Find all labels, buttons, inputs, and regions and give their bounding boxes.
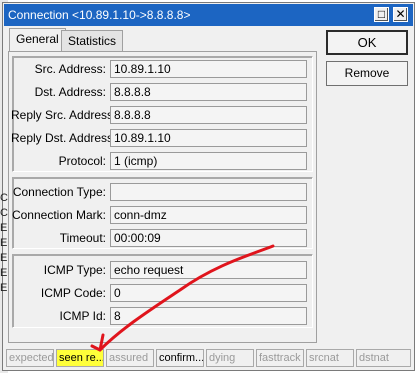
icmp-id-field[interactable]: 8 (110, 307, 307, 325)
icmp-code-label: ICMP Code: (40, 286, 106, 300)
connection-mark-field[interactable]: conn-dmz (110, 206, 307, 224)
ok-button[interactable]: OK (326, 30, 408, 55)
status-dying: dying (206, 349, 254, 367)
connection-mark-label: Connection Mark: (11, 208, 106, 222)
background-text: C (0, 192, 8, 204)
status-dstnat: dstnat (356, 349, 411, 367)
icmp-id-label: ICMP Id: (59, 309, 106, 323)
src-address-label: Src. Address: (34, 62, 106, 76)
icmp-type-label: ICMP Type: (43, 263, 106, 277)
status-expected: expected (6, 349, 54, 367)
reply-dst-address-field[interactable]: 10.89.1.10 (110, 129, 307, 147)
tab-statistics[interactable]: Statistics (61, 30, 124, 52)
icmp-type-field[interactable]: echo request (110, 261, 307, 279)
background-text: E (0, 222, 8, 234)
background-text: E (0, 237, 8, 249)
dst-address-field[interactable]: 8.8.8.8 (110, 83, 307, 101)
status-srcnat: srcnat (306, 349, 354, 367)
window-title: Connection <10.89.1.10->8.8.8.8> (8, 8, 191, 22)
remove-button[interactable]: Remove (326, 61, 408, 86)
timeout-label: Timeout: (59, 231, 106, 245)
reply-src-address-field[interactable]: 8.8.8.8 (110, 106, 307, 124)
timeout-field[interactable]: 00:00:09 (110, 229, 307, 247)
status-assured: assured (106, 349, 154, 367)
title-bar[interactable]: Connection <10.89.1.10->8.8.8.8> □ ✕ (4, 4, 413, 26)
reply-dst-address-label: Reply Dst. Address: (11, 131, 117, 145)
reply-src-address-label: Reply Src. Address: (11, 108, 117, 122)
background-text: E (0, 252, 8, 264)
status-fasttrack: fasttrack (256, 349, 304, 367)
dst-address-label: Dst. Address: (34, 85, 106, 99)
restore-icon[interactable]: □ (374, 7, 389, 22)
protocol-label: Protocol: (58, 154, 106, 168)
icmp-code-field[interactable]: 0 (110, 284, 307, 302)
background-text: E (0, 267, 8, 279)
close-icon[interactable]: ✕ (393, 7, 408, 22)
protocol-field[interactable]: 1 (icmp) (110, 152, 307, 170)
connection-type-field[interactable] (110, 183, 307, 201)
connection-type-label: Connection Type: (12, 185, 106, 199)
background-text: C (0, 207, 8, 219)
status-confirmed: confirm... (156, 349, 204, 367)
src-address-field[interactable]: 10.89.1.10 (110, 60, 307, 78)
background-text: E (0, 282, 8, 294)
tab-general[interactable]: General (9, 28, 66, 52)
status-seen-reply: seen re... (56, 349, 104, 367)
